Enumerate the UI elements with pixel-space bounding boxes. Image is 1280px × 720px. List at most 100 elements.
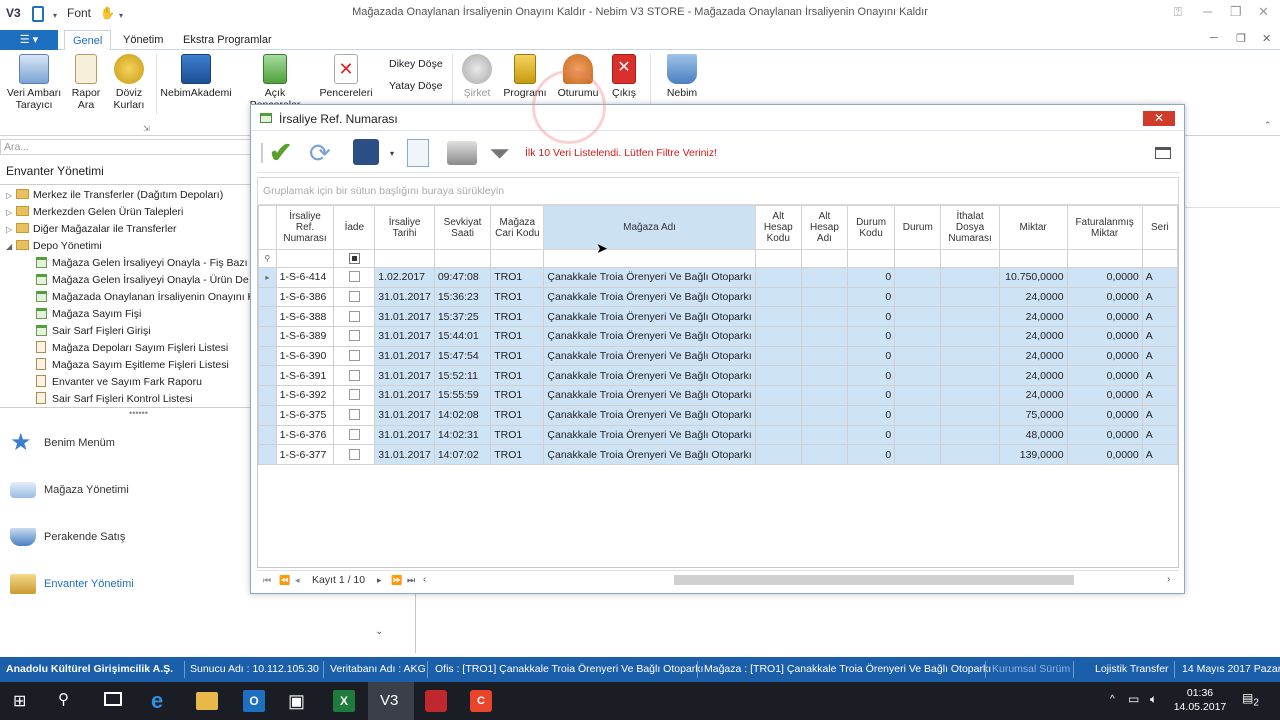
last-record-icon[interactable]: ⏭: [407, 571, 415, 589]
nav-magaza-yonetimi[interactable]: Mağaza Yönetimi: [10, 475, 129, 509]
column-header[interactable]: Alt Hesap Adı: [800, 205, 849, 250]
column-header[interactable]: Durum: [894, 205, 942, 250]
nav-envanter-yonetimi[interactable]: Envanter Yönetimi: [10, 569, 134, 603]
group-launcher-icon[interactable]: ⇲: [143, 124, 150, 133]
filter-icon[interactable]: ⏷: [489, 139, 517, 167]
sirket-button[interactable]: Şirket: [456, 54, 498, 99]
prev-record-icon[interactable]: ◂: [295, 571, 300, 589]
first-record-icon[interactable]: ⏮: [263, 571, 271, 589]
iade-cell[interactable]: [333, 365, 376, 387]
iade-checkbox[interactable]: [348, 271, 360, 283]
save-dropdown-icon[interactable]: ▾: [390, 149, 394, 158]
table-row[interactable]: 1-S-6-392 31.01.2017 15:55:59 TRO1 Çanakkale…: [258, 385, 1178, 406]
filter-cell[interactable]: [1066, 249, 1143, 268]
table-row[interactable]: 1-S-6-376 31.01.2017 14:02:31 TRO1 Çanakkale…: [258, 424, 1178, 446]
filter-icon[interactable]: ⚲: [258, 249, 277, 268]
scroll-right-icon[interactable]: ›: [1167, 571, 1170, 589]
iade-cell[interactable]: [333, 306, 376, 328]
minimize-button[interactable]: ─: [1203, 4, 1212, 19]
yatay-dose-button[interactable]: Yatay Döşe: [389, 80, 443, 92]
filter-cell[interactable]: [998, 249, 1068, 268]
filter-cell[interactable]: [800, 249, 849, 268]
file-menu-button[interactable]: ☰ ▾: [0, 30, 58, 50]
help-icon[interactable]: ⍰: [1174, 4, 1182, 20]
layout-icon[interactable]: [1155, 147, 1171, 159]
rapor-ara-button[interactable]: Rapor Ara: [66, 54, 106, 111]
nebim-shop-button[interactable]: Nebim: [660, 54, 704, 99]
filter-cell[interactable]: [374, 249, 435, 268]
table-row[interactable]: 1-S-6-391 31.01.2017 15:52:11 TRO1 Çanakkale…: [258, 365, 1178, 387]
filter-cell[interactable]: [333, 249, 376, 268]
iade-checkbox[interactable]: [348, 330, 360, 342]
tree-item[interactable]: Mağaza Gelen İrsaliyeyi Onayla - Ürün De: [0, 272, 277, 289]
tree-item[interactable]: ▷ Diğer Mağazalar ile Transferler: [0, 221, 277, 238]
edge-icon[interactable]: e: [151, 690, 173, 712]
column-header[interactable]: Faturalanmış Miktar: [1066, 205, 1143, 250]
notification-icon[interactable]: ▤2: [1242, 691, 1259, 708]
search-icon[interactable]: ⚲: [58, 690, 69, 708]
app-c-icon[interactable]: C: [470, 690, 492, 712]
volume-icon[interactable]: 🔈︎: [1150, 692, 1157, 707]
iade-cell[interactable]: [333, 444, 376, 465]
tree-item[interactable]: ▷ Merkezden Gelen Ürün Talepleri: [0, 204, 277, 221]
filter-cell[interactable]: [1141, 249, 1178, 268]
iade-cell[interactable]: [333, 345, 376, 367]
tree-item[interactable]: Sair Sarf Fişleri Kontrol Listesi: [0, 391, 277, 408]
collapse-icon[interactable]: ◢: [6, 238, 16, 255]
tray-chevron-icon[interactable]: ^: [1110, 694, 1115, 705]
expand-icon[interactable]: ▷: [6, 187, 16, 204]
nav-perakende-satis[interactable]: Perakende Satış: [10, 522, 125, 556]
filter-cell[interactable]: [940, 249, 1000, 268]
nav-expand-icon[interactable]: ⌄: [375, 626, 383, 637]
print-icon[interactable]: [447, 141, 477, 165]
dikey-dose-button[interactable]: Dikey Döşe: [389, 58, 443, 70]
task-view-icon[interactable]: [104, 692, 122, 706]
iade-checkbox[interactable]: [348, 448, 360, 460]
table-row[interactable]: 1-S-6-377 31.01.2017 14:07:02 TRO1 Çanakkale…: [258, 444, 1178, 465]
tab-ekstra-programlar[interactable]: Ekstra Programlar: [175, 30, 280, 51]
column-header[interactable]: İthalat Dosya Numarası: [940, 205, 1000, 250]
next-page-icon[interactable]: ⏩: [391, 571, 402, 589]
iade-checkbox[interactable]: [348, 310, 360, 322]
store-icon[interactable]: ▣: [288, 690, 310, 712]
expand-icon[interactable]: ▷: [6, 221, 16, 238]
iade-cell[interactable]: [333, 404, 376, 426]
horizontal-scrollbar[interactable]: [674, 575, 1074, 585]
status-transfer[interactable]: Lojistik Transfer: [1095, 657, 1169, 682]
splitter-grip[interactable]: ••••••: [0, 408, 277, 420]
tree-item[interactable]: Mağaza Sayım Fişi: [0, 306, 277, 323]
tree-item[interactable]: Mağaza Depoları Sayım Fişleri Listesi: [0, 340, 277, 357]
clock[interactable]: 01:36 14.05.2017: [1170, 686, 1230, 714]
acik-pencereler-button[interactable]: Açık Pencereler: [238, 54, 312, 111]
tree-item[interactable]: Mağazada Onaylanan İrsaliyenin Onayını K…: [0, 289, 277, 306]
table-row[interactable]: 1-S-6-388 31.01.2017 15:37:25 TRO1 Çanakkale…: [258, 306, 1178, 328]
app-red-icon[interactable]: [425, 690, 447, 712]
column-header[interactable]: Mağaza Adı: [543, 205, 756, 250]
table-row[interactable]: 1-S-6-390 31.01.2017 15:47:54 TRO1 Çanakkale…: [258, 345, 1178, 367]
filter-cell[interactable]: [846, 249, 896, 268]
mdi-restore-button[interactable]: ❐: [1236, 32, 1246, 45]
iade-checkbox[interactable]: [348, 350, 360, 362]
collapse-ribbon-icon[interactable]: ⌃: [1264, 120, 1272, 131]
refresh-icon[interactable]: ⟳: [309, 139, 337, 167]
prev-page-icon[interactable]: ⏪: [279, 571, 290, 589]
mdi-close-button[interactable]: ✕: [1262, 32, 1271, 45]
filter-cell[interactable]: [894, 249, 942, 268]
iade-checkbox[interactable]: [348, 291, 360, 303]
filter-checkbox[interactable]: [348, 252, 360, 264]
confirm-check-icon[interactable]: ✔: [269, 139, 297, 167]
iade-cell[interactable]: [333, 385, 376, 406]
column-header[interactable]: Alt Hesap Kodu: [754, 205, 802, 250]
veri-ambari-button[interactable]: Veri Ambarı Tarayıcı: [4, 54, 64, 111]
mdi-minimize-button[interactable]: ─: [1210, 32, 1218, 44]
column-header[interactable]: Seri: [1141, 205, 1178, 250]
tab-yonetim[interactable]: Yönetim: [115, 30, 171, 51]
nav-benim-menum[interactable]: ★ Benim Menüm: [10, 428, 115, 462]
table-row[interactable]: 1-S-6-375 31.01.2017 14:02:08 TRO1 Çanakkale…: [258, 404, 1178, 426]
group-panel[interactable]: Gruplamak için bir sütun başlığını buray…: [257, 177, 1179, 205]
iade-cell[interactable]: [333, 286, 376, 308]
tree-item[interactable]: Envanter ve Sayım Fark Raporu: [0, 374, 277, 391]
doviz-kurlari-button[interactable]: Döviz Kurları: [108, 54, 150, 111]
nebim-akademi-button[interactable]: NebimAkademi: [160, 54, 232, 99]
iade-cell[interactable]: [333, 267, 376, 288]
